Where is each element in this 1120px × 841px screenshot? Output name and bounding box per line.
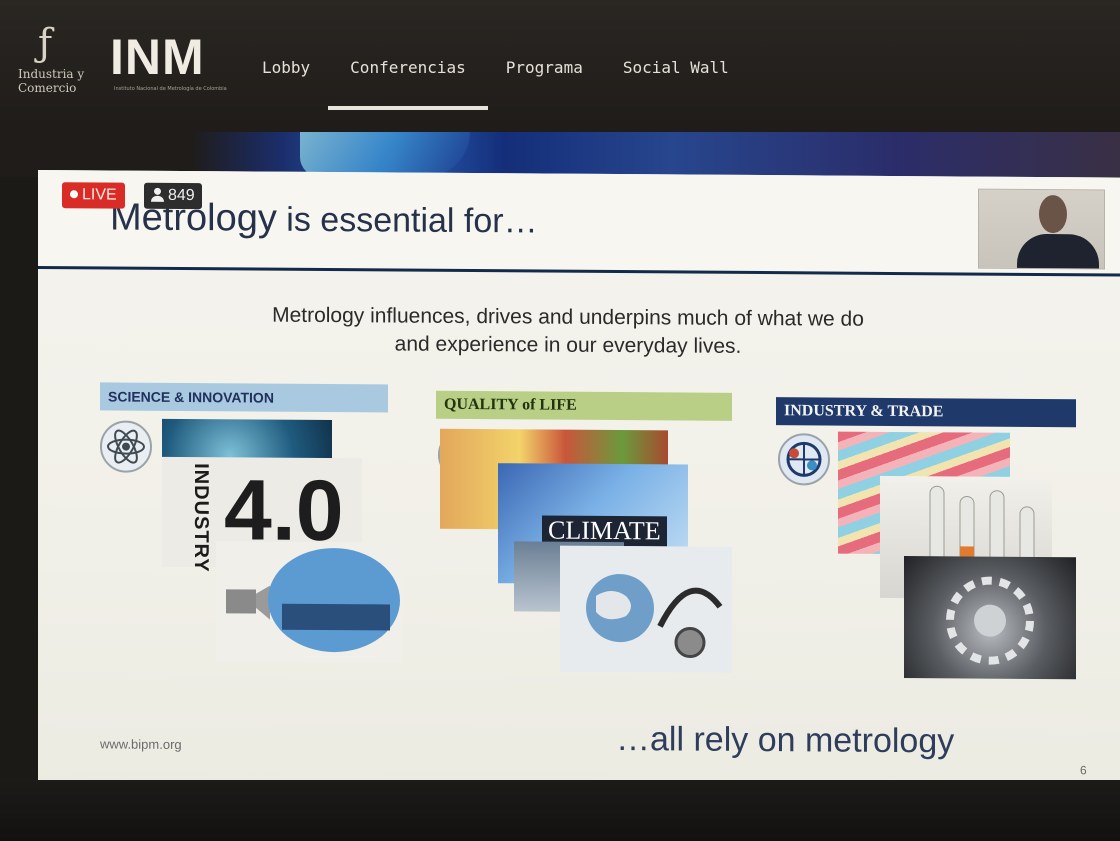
top-navigation-bar: ƒ INM Industria y Comercio Instituto Nac… bbox=[0, 0, 1120, 140]
viewer-count: 849 bbox=[168, 186, 195, 205]
slide-intro-text: Metrology influences, drives and underpi… bbox=[272, 303, 864, 358]
industry-trade-header: INDUSTRY & TRADE bbox=[776, 397, 1076, 428]
globe-stethoscope-image bbox=[560, 545, 732, 673]
quality-of-life-header: QUALITY of LIFE bbox=[436, 390, 732, 421]
user-icon bbox=[151, 188, 164, 201]
banner-swoosh bbox=[300, 132, 470, 177]
slide-tagline: …all rely on metrology bbox=[616, 720, 955, 761]
logo-wordmark: INM bbox=[110, 29, 205, 85]
presenter-webcam bbox=[978, 188, 1105, 270]
live-dot-icon bbox=[70, 190, 78, 199]
global-trade-icon bbox=[778, 433, 830, 486]
slide-page-number: 6 bbox=[1080, 763, 1087, 778]
footer-url: www.bipm.org bbox=[100, 736, 182, 753]
science-innovation-header: SCIENCE & INNOVATION bbox=[100, 382, 388, 413]
nav-item-programa[interactable]: Programa bbox=[506, 58, 583, 77]
industria-comercio-emblem-icon: ƒ bbox=[38, 21, 53, 65]
logo-subtitle: Instituto Nacional de Metrología de Colo… bbox=[114, 86, 227, 92]
nav-item-lobby[interactable]: Lobby bbox=[262, 58, 310, 77]
inm-logo[interactable]: ƒ INM Industria y Comercio Instituto Nac… bbox=[18, 21, 227, 104]
logo-line-2: Comercio bbox=[18, 81, 77, 95]
video-player-slide[interactable]: Metrology is essential for… LIVE 849 Met… bbox=[38, 170, 1120, 798]
live-label: LIVE bbox=[82, 186, 117, 204]
bottom-frame bbox=[0, 780, 1120, 841]
slide-title-rest: is essential for… bbox=[276, 200, 538, 241]
live-badge: LIVE bbox=[62, 182, 125, 209]
solar-lightbulb-image bbox=[216, 541, 402, 663]
presenter-body bbox=[1017, 233, 1099, 270]
engine-image bbox=[904, 556, 1076, 680]
nav-item-social-wall[interactable]: Social Wall bbox=[623, 58, 729, 77]
logo-line-1: Industria y bbox=[18, 67, 85, 81]
main-nav: Lobby Conferencias Programa Social Wall bbox=[262, 58, 769, 110]
atom-icon bbox=[100, 420, 152, 473]
presenter-head bbox=[1039, 194, 1067, 234]
industry-text: INDUSTRY bbox=[190, 463, 212, 573]
viewer-count-badge: 849 bbox=[144, 182, 202, 210]
nav-item-conferencias[interactable]: Conferencias bbox=[328, 58, 488, 110]
